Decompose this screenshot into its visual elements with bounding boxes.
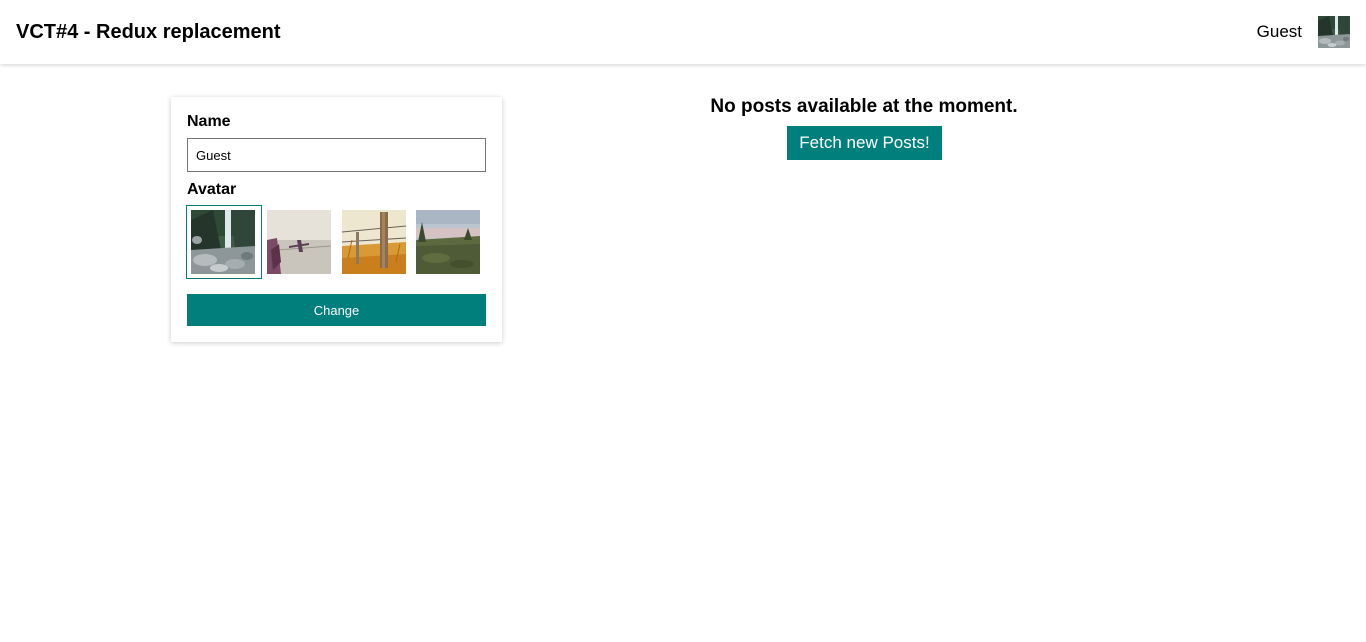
meadow-photo-thumbnail (416, 210, 480, 274)
avatar-label: Avatar (187, 181, 237, 198)
name-label: Name (187, 113, 231, 130)
waterfall-photo-thumbnail (1318, 16, 1350, 48)
avatar-option-airplane[interactable] (262, 205, 338, 279)
no-posts-message: No posts available at the moment. (710, 96, 1018, 117)
waterfall-photo-thumbnail (191, 210, 255, 274)
airplane-window-photo-thumbnail (267, 210, 331, 274)
change-button[interactable]: Change (187, 294, 486, 326)
app-title: VCT#4 - Redux replacement (16, 21, 281, 43)
avatar-option-fence[interactable] (337, 205, 413, 279)
fetch-posts-button[interactable]: Fetch new Posts! (787, 126, 942, 160)
avatar-option-waterfall[interactable] (186, 205, 262, 279)
top-bar: VCT#4 - Redux replacement Guest (0, 0, 1366, 64)
profile-card: Name Avatar (171, 97, 502, 342)
avatar-option-meadow[interactable] (411, 205, 487, 279)
header-user-name: Guest (1256, 22, 1302, 41)
fence-post-photo-thumbnail (342, 210, 406, 274)
name-input[interactable] (187, 138, 486, 172)
header-user-avatar (1318, 16, 1350, 48)
